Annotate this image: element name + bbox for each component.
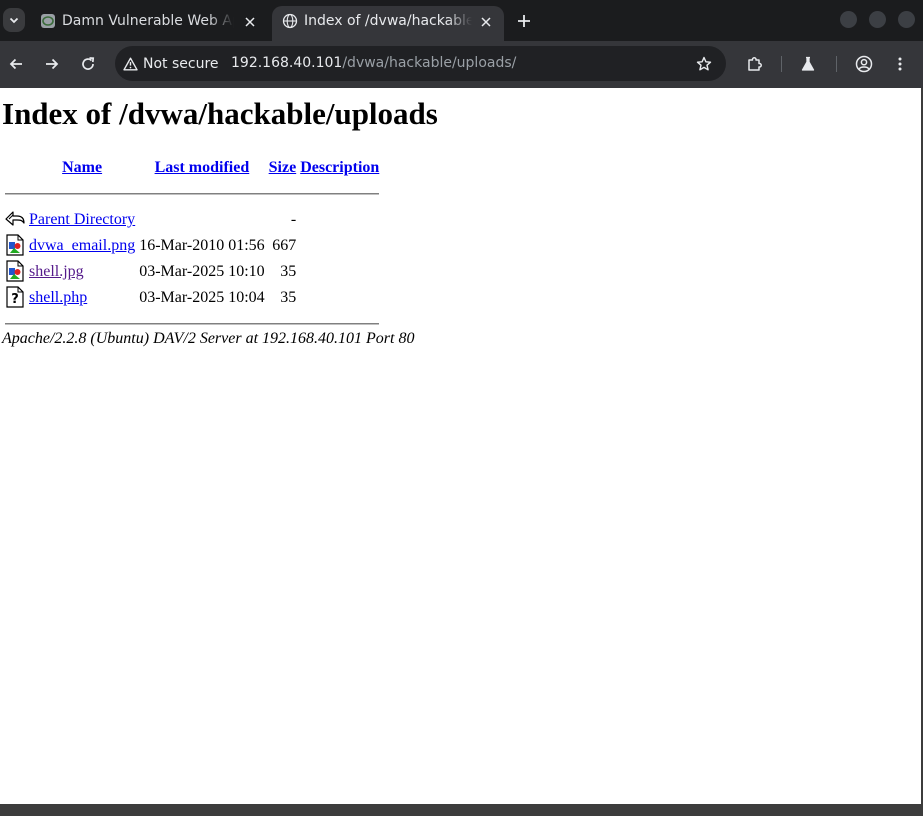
page-content: Index of /dvwa/hackable/uploads Name Las… [0,88,923,804]
account-circle-icon [855,55,873,73]
security-chip[interactable]: Not secure [123,54,219,74]
reload-icon [82,57,95,70]
arrow-left-icon [9,58,22,70]
description-cell [299,234,380,258]
dvwa-logo-icon [41,14,55,28]
image-file-icon [6,260,24,282]
tab-search-button[interactable] [3,8,25,32]
size-cell: 35 [280,263,297,280]
page-title: Index of /dvwa/hackable/uploads [2,96,438,131]
modified-cell: 16-Mar-2010 01:56 [139,237,265,254]
toolbar-separator [781,56,782,72]
profile-button[interactable] [852,52,876,76]
table-row: dvwa_email.png 16-Mar-2010 01:56 667 [4,234,380,258]
file-link-shell-php[interactable]: shell.php [29,289,87,306]
minimize-button[interactable] [840,11,857,28]
reload-button[interactable] [76,52,100,76]
modified-cell: 03-Mar-2025 10:10 [139,263,265,280]
close-tab-button[interactable] [478,14,494,30]
description-cell [299,208,380,232]
size-cell: 35 [280,289,297,306]
url-text[interactable]: 192.168.40.101/dvwa/hackable/uploads/ [231,55,516,71]
description-cell [299,260,380,284]
divider [4,182,380,206]
size-cell: - [290,211,297,228]
icon-column-header [4,156,26,180]
size-cell: 667 [272,237,297,254]
sort-by-description-link[interactable]: Description [300,159,379,176]
close-icon [481,17,491,27]
file-link-shell-jpg[interactable]: shell.jpg [29,263,84,280]
star-icon [696,56,712,71]
window-close-button[interactable] [898,11,915,28]
maximize-button[interactable] [869,11,886,28]
bookmark-button[interactable] [692,52,716,76]
server-signature: Apache/2.2.8 (Ubuntu) DAV/2 Server at 19… [2,330,415,347]
back-button[interactable] [4,52,28,76]
toolbar: Not secure 192.168.40.101/dvwa/hackable/… [0,41,923,88]
parent-directory-link[interactable]: Parent Directory [29,211,135,228]
close-tab-button[interactable] [242,14,258,30]
url-path: /dvwa/hackable/uploads/ [342,55,517,71]
description-cell [299,286,380,310]
modified-cell: 03-Mar-2025 10:04 [139,289,265,306]
chevron-down-icon [9,17,19,24]
extensions-button[interactable] [743,52,767,76]
image-file-icon [6,234,24,256]
close-icon [245,17,255,27]
tab-index-uploads[interactable]: Index of /dvwa/hackable/uploads [272,6,504,41]
browser-chrome: Damn Vulnerable Web App (DVWA) v1.0.7 ::… [0,0,923,88]
table-row: ? shell.php 03-Mar-2025 10:04 35 [4,286,380,310]
header-row: Name Last modified Size Description [4,156,380,180]
address-bar[interactable]: Not secure 192.168.40.101/dvwa/hackable/… [115,46,726,81]
toolbar-separator [836,56,837,72]
url-host: 192.168.40.101 [231,55,343,71]
security-label: Not secure [143,56,219,72]
window-bottom-edge [0,804,923,816]
svg-text:?: ? [11,292,19,307]
warning-icon [123,57,138,71]
arrow-right-icon [46,58,59,70]
tab-strip: Damn Vulnerable Web App (DVWA) v1.0.7 ::… [0,0,923,41]
unknown-file-icon: ? [6,286,24,308]
sort-by-size-link[interactable]: Size [269,159,297,176]
labs-button[interactable] [796,52,820,76]
new-tab-button[interactable] [512,9,536,33]
table-row: shell.jpg 03-Mar-2025 10:10 35 [4,260,380,284]
menu-button[interactable] [888,52,912,76]
puzzle-icon [748,57,762,71]
more-vert-icon [898,57,902,71]
modified-cell [138,208,265,232]
flask-icon [801,56,815,71]
tab-dvwa[interactable]: Damn Vulnerable Web App (DVWA) v1.0.7 ::… [30,6,268,41]
directory-listing: Name Last modified Size Description Pare… [2,154,382,338]
table-row: Parent Directory - [4,208,380,232]
plus-icon [518,15,530,27]
tab-title: Index of /dvwa/hackable/uploads [304,13,472,29]
tab-title: Damn Vulnerable Web App (DVWA) v1.0.7 ::… [62,13,234,29]
back-arrow-icon [5,211,25,226]
globe-icon [282,13,298,29]
sort-by-name-link[interactable]: Name [62,159,102,176]
file-link-dvwa-email-png[interactable]: dvwa_email.png [29,237,135,254]
sort-by-modified-link[interactable]: Last modified [155,159,250,176]
forward-button[interactable] [40,52,64,76]
